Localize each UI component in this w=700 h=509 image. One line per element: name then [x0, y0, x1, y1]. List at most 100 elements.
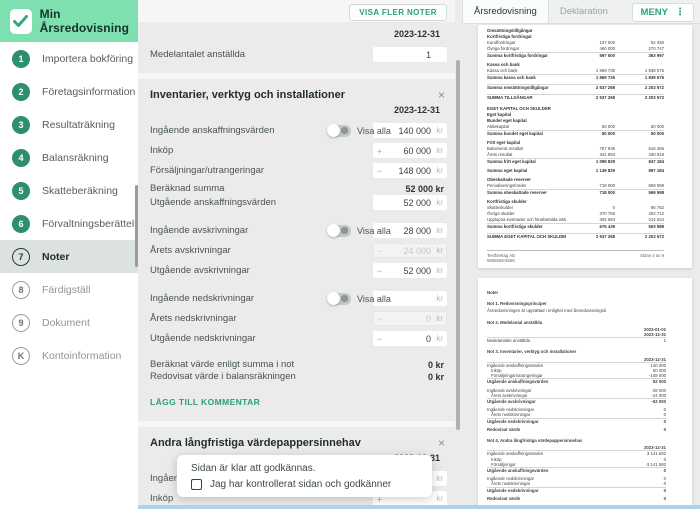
form-row: Ingående anskaffningsvärden Visa alla 14…: [150, 123, 447, 138]
step-number-badge: 1: [12, 50, 30, 68]
calculated-sum: 52 000 kr: [405, 184, 447, 194]
preview-page-balansrakning: Omsättningstillgångar Kortfristiga fordr…: [478, 25, 692, 268]
field-label: Utgående nedskrivningar: [150, 333, 373, 344]
app-title: Min Årsredovisning: [40, 7, 138, 35]
document-row: Utgående anskaffningsvärden 0: [487, 467, 666, 473]
input-value: 0: [385, 314, 431, 324]
document-row: Utgående avskrivningar -52 000: [487, 398, 666, 404]
column-date-header: 2023-12-31: [150, 29, 447, 39]
unit-suffix: kr: [431, 474, 443, 483]
sidebar-item[interactable]: 1 Importera bokföring: [0, 42, 138, 75]
sidebar-item[interactable]: 9 Dokument: [0, 306, 138, 339]
field-label: Redovisat värde i balansräkningen: [150, 371, 428, 382]
form-row: Årets avskrivningar − 24 000 kr: [150, 243, 447, 258]
form-row: Ingående avskrivningar Visa alla − 28 00…: [150, 223, 447, 238]
sidebar-item-label: Färdigställ: [42, 284, 90, 296]
step-number-badge: 9: [12, 314, 30, 332]
approve-checkbox[interactable]: [191, 479, 202, 490]
document-row: 2023-12-31: [487, 445, 666, 450]
amount-input[interactable]: − 0 kr: [373, 331, 447, 346]
meny-button[interactable]: MENY ⋮: [632, 3, 694, 22]
main-scrollbar-thumb[interactable]: [456, 60, 460, 430]
main-scrollbar-track[interactable]: [455, 0, 462, 509]
visa-alla-toggle[interactable]: [327, 293, 351, 305]
form-row: Beräknad summa 52 000 kr: [150, 183, 447, 194]
section-inventarier: Inventarier, verktyg och installationer …: [138, 79, 455, 421]
amount-input[interactable]: 52 000 kr: [373, 195, 447, 210]
meny-label: MENY: [641, 7, 668, 18]
document-row: Aktiekapital 50 000 50 000: [487, 124, 664, 130]
document-row: Summa eget kapital 1 149 829 997 184: [487, 168, 664, 174]
sidebar-item[interactable]: 3 Resultaträkning: [0, 108, 138, 141]
page-footer: Testföretag AB 5555555-5555 Sidan 4 av 9: [487, 250, 664, 263]
field-label: Försäljningar/utrangeringar: [150, 165, 373, 176]
amount-input[interactable]: − 0 kr: [373, 311, 447, 326]
document-row: Noter: [487, 290, 666, 295]
document-row: Upplupna kostnader och förutbetalda intä…: [487, 217, 664, 223]
sidebar-item-label: Resultaträkning: [42, 119, 115, 131]
unit-suffix: kr: [431, 314, 443, 323]
sidebar-item[interactable]: 8 Färdigställ: [0, 273, 138, 306]
close-icon[interactable]: ×: [436, 437, 447, 449]
balance-sheet-rows: Omsättningstillgångar Kortfristiga fordr…: [487, 28, 664, 240]
sidebar-item[interactable]: 6 Förvaltningsberättelse: [0, 207, 138, 240]
sidebar-item[interactable]: 2 Företagsinformation: [0, 75, 138, 108]
amount-input[interactable]: 1: [373, 47, 447, 62]
unit-suffix: kr: [431, 494, 443, 503]
input-value: 28 000: [385, 226, 431, 236]
section-title: Andra långfristiga värdepappersinnehav: [150, 437, 361, 449]
field-label: Årets nedskrivningar: [150, 313, 373, 324]
unit-suffix: kr: [431, 146, 443, 155]
step-number-badge: 4: [12, 149, 30, 167]
document-row: Not 2. Medelantal anställda: [487, 320, 666, 325]
input-value: 140 000: [385, 126, 431, 136]
form-row: Utgående anskaffningsvärden 52 000 kr: [150, 195, 447, 210]
step-number-badge: 5: [12, 182, 30, 200]
form-row: Utgående avskrivningar − 52 000 kr: [150, 263, 447, 278]
amount-input[interactable]: + 60 000 kr: [373, 143, 447, 158]
amount-input[interactable]: − 52 000 kr: [373, 263, 447, 278]
add-comment-link[interactable]: LÄGG TILL KOMMENTAR: [150, 397, 260, 407]
input-value: 52 000: [385, 266, 431, 276]
sign-prefix: −: [377, 334, 385, 344]
sidebar-item-label: Noter: [42, 251, 69, 263]
form-row: Redovisat värde i balansräkningen 0 kr: [150, 371, 447, 382]
field-label: Utgående anskaffningsvärden: [150, 197, 373, 208]
close-icon[interactable]: ×: [436, 89, 447, 101]
document-row: Summa obeskattade reserver 718 000 569 9…: [487, 189, 664, 196]
input-value: 0: [385, 334, 431, 344]
footer-company: Testföretag AB 5555555-5555: [487, 253, 515, 263]
unit-suffix: kr: [431, 294, 443, 303]
document-row: Medelantalet anställda 1: [487, 337, 666, 343]
document-row: Utgående nedskrivningar 0: [487, 418, 666, 424]
top-note-card: 2023-12-31 Medelantalet anställda 1: [138, 22, 455, 73]
field-label: Beräknat värde enligt summa i not: [150, 359, 428, 370]
input-value: 52 000: [385, 198, 431, 208]
document-preview-panel: Årsredovisning Deklaration MENY ⋮ Omsätt…: [462, 0, 700, 509]
sidebar-item[interactable]: K Kontoinformation: [0, 339, 138, 372]
toggle-state-dot: [341, 127, 348, 134]
tab-arsredovisning[interactable]: Årsredovisning: [462, 0, 549, 23]
sidebar-item[interactable]: 7 Noter: [0, 240, 138, 273]
section-header: Inventarier, verktyg och installationer …: [150, 79, 447, 101]
step-number-badge: K: [12, 347, 30, 365]
document-row: Periodiseringsfonder 718 000 569 998: [487, 183, 664, 189]
sidebar-item[interactable]: 4 Balansräkning: [0, 141, 138, 174]
unit-suffix: kr: [431, 266, 443, 275]
approval-checkbox-row[interactable]: Jag har kontrollerat sidan och godkänner: [191, 479, 418, 490]
sidebar-item-label: Dokument: [42, 317, 90, 329]
unit-suffix: kr: [431, 226, 443, 235]
sign-prefix: −: [377, 246, 385, 256]
step-number-badge: 6: [12, 215, 30, 233]
visa-alla-toggle[interactable]: [327, 125, 351, 137]
amount-input[interactable]: − 24 000 kr: [373, 243, 447, 258]
document-row: Årsredovisningen är upprättad i enlighet…: [487, 308, 666, 313]
section-header: Andra långfristiga värdepappersinnehav ×: [150, 427, 447, 449]
document-row: Summa omsättningstillgångar 2 537 268 2 …: [487, 84, 664, 91]
amount-input[interactable]: − 148 000 kr: [373, 163, 447, 178]
tab-deklaration[interactable]: Deklaration: [549, 0, 619, 23]
visa-alla-toggle[interactable]: [327, 225, 351, 237]
visa-fler-noter-button[interactable]: VISA FLER NOTER: [349, 4, 447, 21]
document-row: Årets resultat 341 893 330 918: [487, 152, 664, 158]
sidebar-item[interactable]: 5 Skatteberäkning: [0, 174, 138, 207]
